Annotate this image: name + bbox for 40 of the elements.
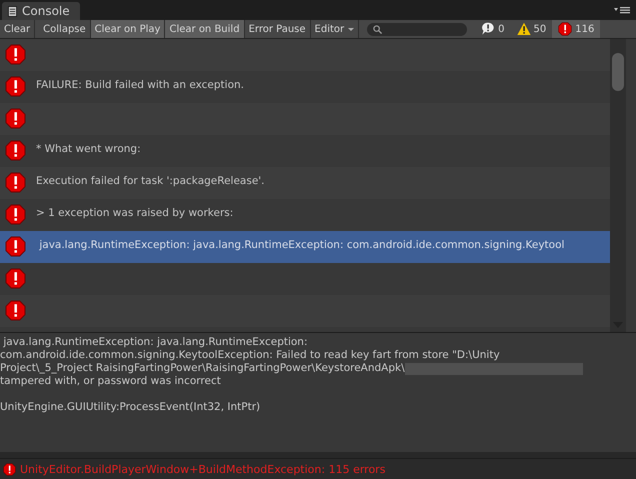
log-message: * What went wrong:	[36, 143, 141, 155]
detail-text: com.android.ide.common.signing.KeytoolException: Failed to read key fart from store "D:\Unity	[0, 349, 500, 362]
error-icon	[5, 268, 26, 289]
log-message: Execution failed for task ':packageRelease'.	[36, 175, 265, 187]
error-icon	[5, 300, 26, 321]
error-icon	[5, 204, 26, 225]
toggle-button[interactable]: Clear on Build	[165, 20, 245, 38]
detail-text: UnityEngine.GUIUtility:ProcessEvent(Int32, IntPtr)	[0, 401, 260, 414]
info-icon	[481, 22, 496, 36]
warning-icon	[516, 22, 531, 36]
log-message: FAILURE: Build failed with an exception.	[36, 79, 244, 91]
search-field[interactable]	[367, 22, 468, 36]
error-filter-button[interactable]: 116	[552, 20, 600, 38]
error-icon	[5, 140, 26, 161]
log-entry[interactable]	[0, 295, 610, 327]
document-icon	[8, 6, 17, 16]
error-icon	[5, 236, 26, 257]
search-icon	[373, 24, 382, 34]
log-entry[interactable]: Execution failed for task ':packageRelease'.	[0, 167, 610, 199]
log-entry[interactable]	[0, 39, 610, 71]
error-icon	[3, 462, 16, 476]
detail-text: Project\_5_Project RaisingFartingPower\RaisingFartingPower\KeystoreAndApk\	[0, 362, 405, 375]
log-message: > 1 exception was raised by workers:	[36, 207, 234, 219]
caret-icon	[348, 28, 354, 30]
menu-icon[interactable]	[614, 6, 630, 14]
log-entry[interactable]	[0, 103, 610, 135]
error-icon	[5, 108, 26, 129]
log-message: java.lang.RuntimeException: java.lang.RuntimeException: com.android.ide.common.signing.Keytool	[38, 239, 564, 251]
status-message: UnityEditor.BuildPlayerWindow+BuildMethodException: 115 errors	[20, 462, 386, 476]
error-icon	[5, 44, 26, 65]
toggle-button[interactable]: Clear on Play	[90, 20, 166, 38]
error-icon	[5, 76, 26, 97]
scrollbar[interactable]	[610, 39, 626, 332]
detail-text: java.lang.RuntimeException: java.lang.RuntimeException:	[2, 336, 308, 349]
log-entry[interactable]: java.lang.RuntimeException: java.lang.RuntimeException: com.android.ide.common.signing.Keytool	[0, 231, 610, 263]
error-icon	[558, 22, 572, 36]
detail-text: tampered with, or password was incorrect	[0, 375, 221, 388]
error-icon	[5, 172, 26, 193]
console-tab[interactable]: Console	[2, 2, 80, 20]
scrollbar-thumb[interactable]	[612, 53, 624, 91]
